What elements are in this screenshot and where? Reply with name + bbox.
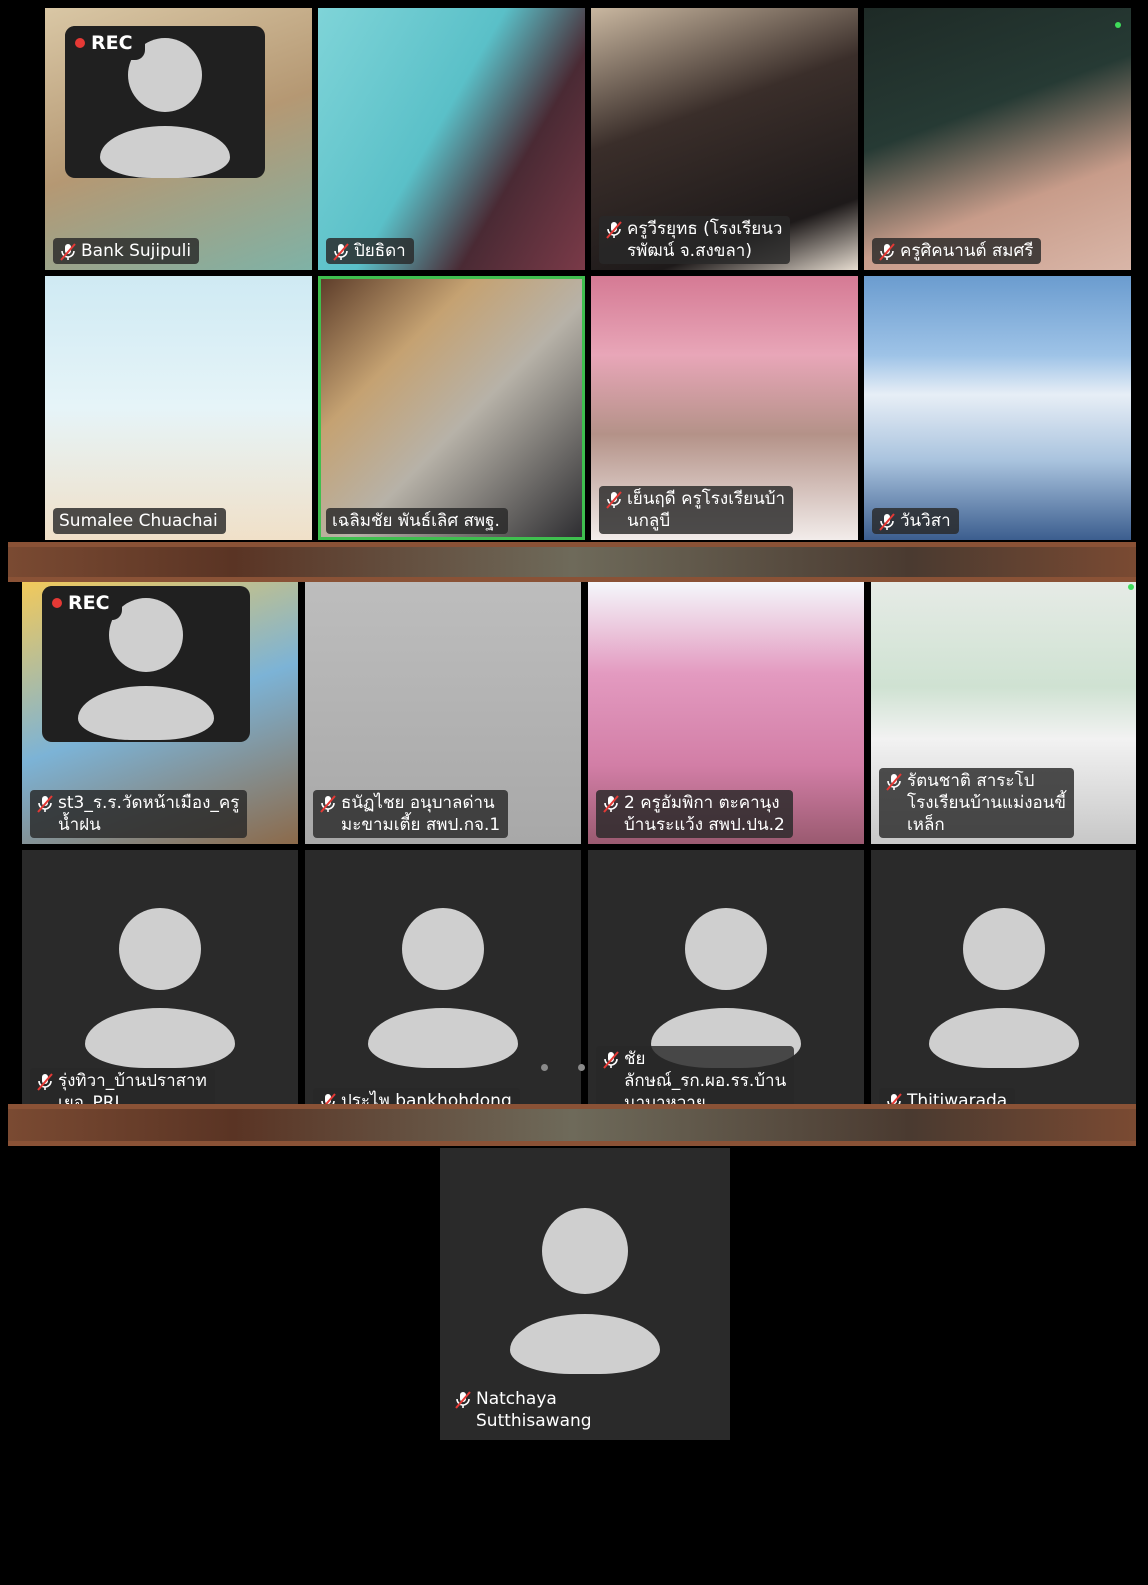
muted-mic-icon: [887, 1093, 902, 1104]
recording-indicator: REC: [65, 26, 145, 60]
video-tile-rattanachat[interactable]: รัตนชาติ สาระโป โรงเรียนบ้านแม่งอนขี้ เห…: [871, 582, 1136, 844]
muted-mic-icon: [606, 221, 622, 239]
participant-name-label: Thitiwarada: [879, 1088, 1016, 1104]
video-tile-prapai[interactable]: ประไพ bankhohdong: [305, 850, 581, 1104]
muted-mic-icon: [879, 243, 895, 261]
participant-name-label: Sumalee Chuachai: [53, 508, 226, 534]
screenshot-divider: [8, 1104, 1136, 1146]
record-dot-icon: [52, 598, 62, 608]
participant-name-label: st3_ร.ร.วัดหน้าเมือง_ครู น้ำฝน: [30, 790, 248, 838]
video-tile-thitiwarada[interactable]: Thitiwarada: [871, 850, 1136, 1104]
muted-mic-icon: [320, 795, 336, 813]
person-avatar-icon: [510, 1208, 660, 1378]
connection-indicator: [1115, 22, 1121, 28]
muted-mic-icon: [606, 491, 622, 509]
muted-mic-icon: [37, 1073, 53, 1091]
video-tile-piyathida[interactable]: ปิยธิดา: [318, 8, 585, 270]
participant-name-label: 2 ครูอัมพิกา ตะคานุง บ้านระแว้ง สพป.ปน.2: [596, 790, 793, 838]
video-tile-yenrudee[interactable]: เย็นฤดี ครูโรงเรียนบ้า นกลูบี: [591, 276, 858, 540]
participant-name-label: ธนัฏไชย อนุบาลด่าน มะขามเตี้ย สพป.กจ.1: [313, 790, 509, 838]
page-indicator-dots[interactable]: [541, 1064, 585, 1071]
muted-mic-icon: [603, 795, 619, 813]
muted-mic-icon: [455, 1391, 471, 1409]
video-tile-st3-namfon[interactable]: REC st3_ร.ร.วัดหน้าเมือง_ครู น้ำฝน: [22, 582, 298, 844]
participant-name-label: วันวิสา: [872, 508, 959, 534]
participant-name-label: ปิยธิดา: [326, 238, 414, 264]
participant-name-label: ครูศิคนานต์ สมศรี: [872, 238, 1042, 264]
muted-mic-icon: [886, 773, 902, 791]
video-tile-kru-weerayut[interactable]: ครูวีรยุทธ (โรงเรียนว รพัฒน์ จ.สงขลา): [591, 8, 858, 270]
video-tile-ampika[interactable]: 2 ครูอัมพิกา ตะคานุง บ้านระแว้ง สพป.ปน.2: [588, 582, 864, 844]
participant-name-label: ครูวีรยุทธ (โรงเรียนว รพัฒน์ จ.สงขลา): [599, 216, 791, 264]
video-tile-kru-sikhanan[interactable]: ครูศิคนานต์ สมศรี: [864, 8, 1131, 270]
person-avatar-icon: [928, 908, 1079, 1068]
screen2-gallery: REC st3_ร.ร.วัดหน้าเมือง_ครู น้ำฝน ธนัฏไ…: [8, 582, 1136, 1104]
video-tile-wanwisa[interactable]: วันวิสา: [864, 276, 1131, 540]
participant-name-label: ประไพ bankhohdong: [313, 1088, 520, 1104]
muted-mic-icon: [879, 513, 895, 531]
participant-name-label: เฉลิมชัย พันธ์เลิศ สพฐ.: [326, 508, 508, 534]
screen3-gallery: Natchaya Sutthisawang: [8, 1146, 1136, 1585]
muted-mic-icon: [37, 795, 53, 813]
person-avatar-icon: [651, 908, 801, 1068]
screen1-gallery: REC Bank Sujipuli ปิยธิดา ครูวีรยุทธ (โร…: [8, 0, 1136, 542]
video-tile-chaiyalak[interactable]: ชัย ลักษณ์_รก.ผอ.รร.บ้าน นาบาหวาย: [588, 850, 864, 1104]
person-avatar-icon: [368, 908, 518, 1068]
participant-name-label: Bank Sujipuli: [53, 238, 200, 264]
participant-name-label: Natchaya Sutthisawang: [448, 1386, 600, 1434]
video-tile-rungthiwa[interactable]: รุ่งทิวา_บ้านปราสาท เยอ_PRL: [22, 850, 298, 1104]
video-tile-natchaya[interactable]: Natchaya Sutthisawang: [440, 1148, 730, 1440]
participant-name-label: เย็นฤดี ครูโรงเรียนบ้า นกลูบี: [599, 486, 794, 534]
muted-mic-icon: [333, 243, 349, 261]
video-tile-bank-sujipuli[interactable]: REC Bank Sujipuli: [45, 8, 312, 270]
self-view-box: REC: [42, 586, 250, 742]
participant-name-label: ชัย ลักษณ์_รก.ผอ.รร.บ้าน นาบาหวาย: [596, 1046, 795, 1104]
video-tile-chalermchai-active-speaker[interactable]: เฉลิมชัย พันธ์เลิศ สพฐ.: [318, 276, 585, 540]
video-tile-thanatchai[interactable]: ธนัฏไชย อนุบาลด่าน มะขามเตี้ย สพป.กจ.1: [305, 582, 581, 844]
muted-mic-icon: [60, 243, 76, 261]
muted-mic-icon: [321, 1093, 336, 1104]
recording-indicator: REC: [42, 586, 122, 620]
screenshot-divider: [8, 542, 1136, 582]
video-tile-sumalee-chuachai[interactable]: Sumalee Chuachai: [45, 276, 312, 540]
record-dot-icon: [75, 38, 85, 48]
participant-name-label: รัตนชาติ สาระโป โรงเรียนบ้านแม่งอนขี้ เห…: [879, 768, 1074, 838]
page-dot[interactable]: [578, 1064, 585, 1071]
self-view-box: REC: [65, 26, 265, 178]
participant-name-label: รุ่งทิวา_บ้านปราสาท เยอ_PRL: [30, 1068, 215, 1104]
page-dot[interactable]: [541, 1064, 548, 1071]
person-avatar-icon: [85, 908, 235, 1068]
connection-indicator: [1128, 584, 1134, 590]
muted-mic-icon: [603, 1051, 619, 1069]
